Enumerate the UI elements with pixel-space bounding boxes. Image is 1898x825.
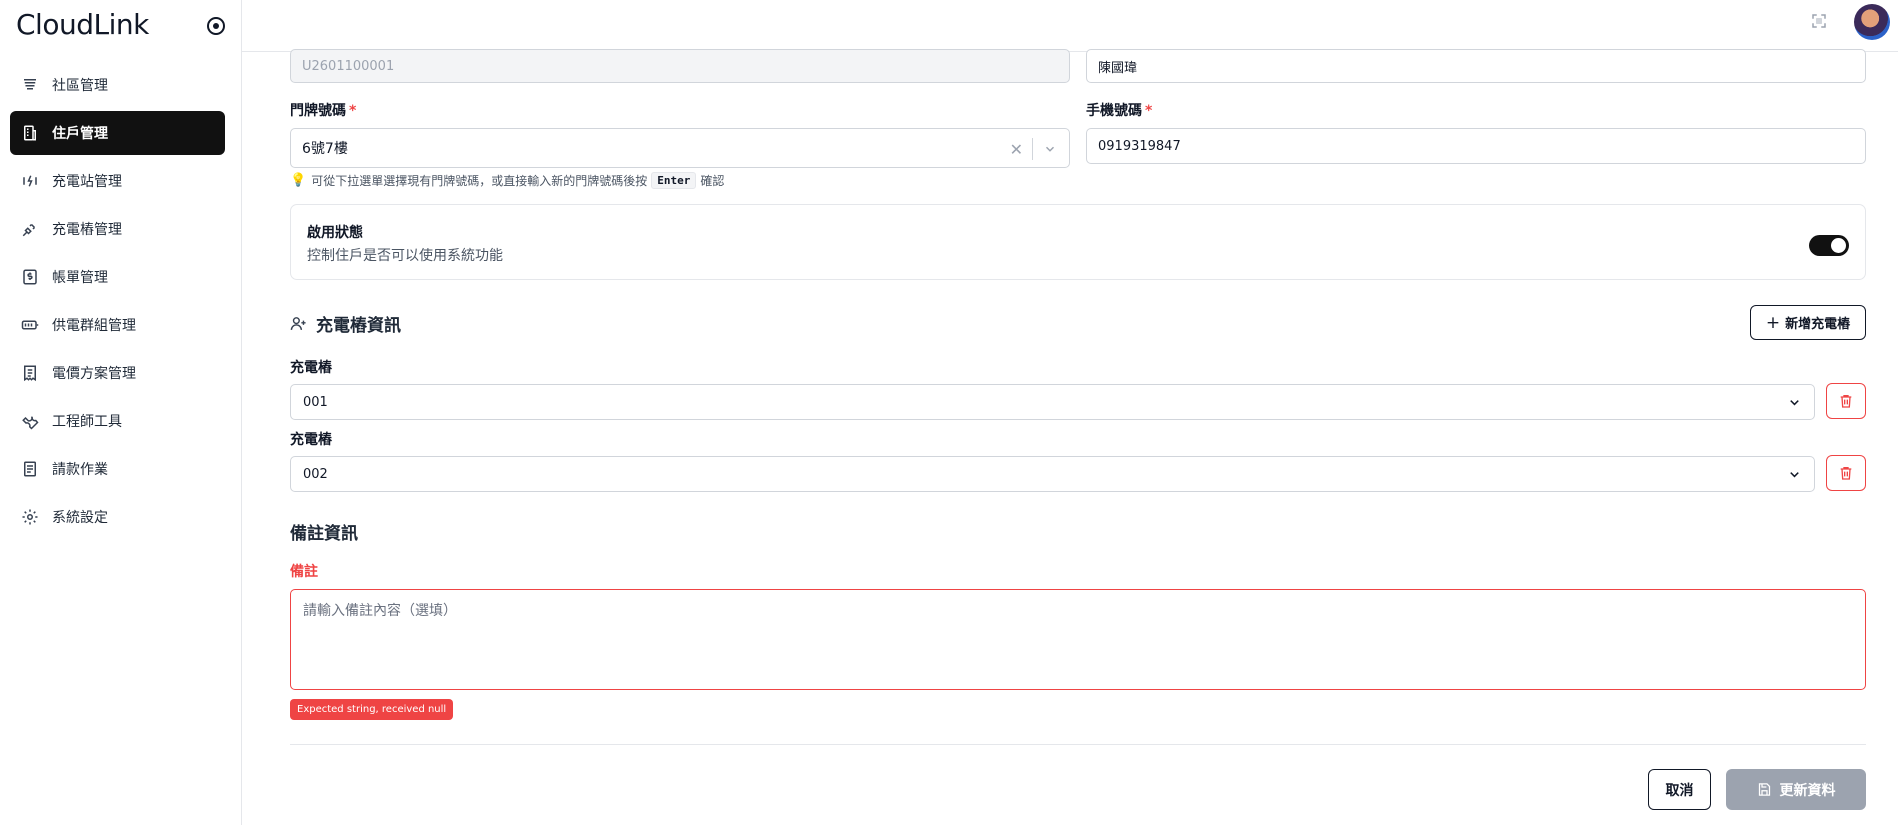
hint-text: 可從下拉選單選擇現有門牌號碼，或直接輸入新的門牌號碼後按 bbox=[311, 174, 648, 188]
app-logo[interactable]: CloudLink bbox=[16, 8, 149, 41]
status-description: 控制住戶是否可以使用系統功能 bbox=[307, 248, 503, 264]
cancel-button[interactable]: 取消 bbox=[1648, 769, 1711, 810]
plug-icon bbox=[20, 219, 40, 239]
status-toggle[interactable] bbox=[1809, 235, 1849, 256]
building-icon bbox=[20, 75, 40, 95]
sidebar-item-community[interactable]: 社區管理 bbox=[10, 63, 225, 107]
sidebar-item-charger[interactable]: 充電樁管理 bbox=[10, 207, 225, 251]
lightbulb-icon: 💡 bbox=[290, 173, 307, 188]
trash-icon bbox=[1840, 395, 1852, 408]
charger-label: 充電樁 bbox=[290, 432, 332, 448]
remarks-error-badge: Expected string, received null bbox=[290, 699, 454, 720]
wrench-icon bbox=[20, 411, 40, 431]
battery-icon bbox=[20, 315, 40, 335]
charging-station-icon bbox=[20, 171, 40, 191]
chevron-down-icon bbox=[1790, 400, 1799, 406]
charger-select[interactable]: 002 bbox=[290, 456, 1815, 492]
trash-icon bbox=[1840, 467, 1852, 480]
top-bar bbox=[242, 0, 1898, 52]
sidebar-item-power-group[interactable]: 供電群組管理 bbox=[10, 303, 225, 347]
sidebar-item-label: 電價方案管理 bbox=[52, 366, 136, 382]
sidebar-nav: 社區管理 住戶管理 充電站管理 充電樁管理 帳單管理 供電群組管理 電價方案管理 bbox=[10, 63, 225, 543]
door-number-hint: 💡 可從下拉選單選擇現有門牌號碼，或直接輸入新的門牌號碼後按 Enter 確認 bbox=[290, 172, 724, 189]
divider bbox=[290, 744, 1866, 745]
charger-value: 001 bbox=[303, 394, 328, 410]
select-separator bbox=[1032, 138, 1033, 160]
update-button[interactable]: 更新資料 bbox=[1726, 769, 1866, 810]
phone-label: 手機號碼 * bbox=[1086, 103, 1153, 119]
enter-key-badge: Enter bbox=[651, 172, 697, 189]
sidebar-item-label: 住戶管理 bbox=[52, 126, 108, 142]
sidebar-item-settings[interactable]: 系統設定 bbox=[10, 495, 225, 539]
sidebar-item-payment-request[interactable]: 請款作業 bbox=[10, 447, 225, 491]
sidebar-item-label: 工程師工具 bbox=[52, 414, 122, 430]
charger-section-title: 充電樁資訊 bbox=[290, 311, 401, 336]
bill-icon bbox=[20, 267, 40, 287]
status-card: 啟用狀態 控制住戶是否可以使用系統功能 bbox=[290, 204, 1866, 280]
sidebar-item-label: 帳單管理 bbox=[52, 270, 108, 286]
sidebar-item-billing[interactable]: 帳單管理 bbox=[10, 255, 225, 299]
chevron-down-icon bbox=[1790, 472, 1799, 478]
door-number-value: 6號7樓 bbox=[302, 141, 348, 157]
remarks-label: 備註 bbox=[290, 564, 318, 580]
status-title: 啟用狀態 bbox=[307, 225, 363, 241]
add-charger-label: 新增充電樁 bbox=[1785, 317, 1851, 332]
resident-id-field: U2601100001 bbox=[290, 49, 1070, 83]
sidebar-item-residents[interactable]: 住戶管理 bbox=[10, 111, 225, 155]
charger-select[interactable]: 001 bbox=[290, 384, 1815, 420]
sidebar-collapse-icon[interactable] bbox=[207, 17, 225, 35]
remarks-textarea[interactable]: 請輸入備註內容（選填） bbox=[290, 589, 1866, 690]
chevron-down-icon[interactable] bbox=[1043, 142, 1057, 156]
remarks-section-title: 備註資訊 bbox=[290, 524, 358, 544]
sidebar-item-label: 社區管理 bbox=[52, 78, 108, 94]
sidebar-item-label: 請款作業 bbox=[52, 462, 108, 478]
clear-icon[interactable]: ✕ bbox=[1010, 140, 1023, 159]
sidebar: CloudLink 社區管理 住戶管理 充電站管理 充電樁管理 帳單管理 供電群… bbox=[0, 0, 242, 825]
sidebar-item-charging-station[interactable]: 充電站管理 bbox=[10, 159, 225, 203]
sidebar-item-label: 充電站管理 bbox=[52, 174, 122, 190]
sidebar-item-tariff[interactable]: 電價方案管理 bbox=[10, 351, 225, 395]
sidebar-item-label: 供電群組管理 bbox=[52, 318, 136, 334]
resident-name-field[interactable]: 陳國瑋 bbox=[1086, 49, 1866, 83]
document-icon bbox=[20, 459, 40, 479]
fullscreen-icon[interactable] bbox=[1810, 12, 1828, 30]
receipt-icon bbox=[20, 363, 40, 383]
phone-field[interactable]: 0919319847 bbox=[1086, 128, 1866, 164]
user-plus-icon bbox=[290, 317, 306, 330]
update-label: 更新資料 bbox=[1779, 782, 1836, 799]
save-icon bbox=[1758, 783, 1770, 796]
plus-icon: + bbox=[1765, 312, 1781, 333]
gear-icon bbox=[20, 507, 40, 527]
add-charger-button[interactable]: + 新增充電樁 bbox=[1750, 305, 1866, 340]
charger-label: 充電樁 bbox=[290, 360, 332, 376]
sidebar-item-label: 系統設定 bbox=[52, 510, 108, 526]
door-number-select[interactable]: 6號7樓 ✕ bbox=[290, 128, 1070, 168]
hint-text-end: 確認 bbox=[700, 174, 725, 188]
sidebar-item-engineer-tools[interactable]: 工程師工具 bbox=[10, 399, 225, 443]
resident-icon bbox=[20, 123, 40, 143]
delete-charger-button[interactable] bbox=[1826, 455, 1866, 491]
delete-charger-button[interactable] bbox=[1826, 383, 1866, 419]
sidebar-item-label: 充電樁管理 bbox=[52, 222, 122, 238]
charger-value: 002 bbox=[303, 466, 328, 482]
avatar[interactable] bbox=[1854, 4, 1890, 40]
door-number-label: 門牌號碼 * bbox=[290, 103, 357, 119]
